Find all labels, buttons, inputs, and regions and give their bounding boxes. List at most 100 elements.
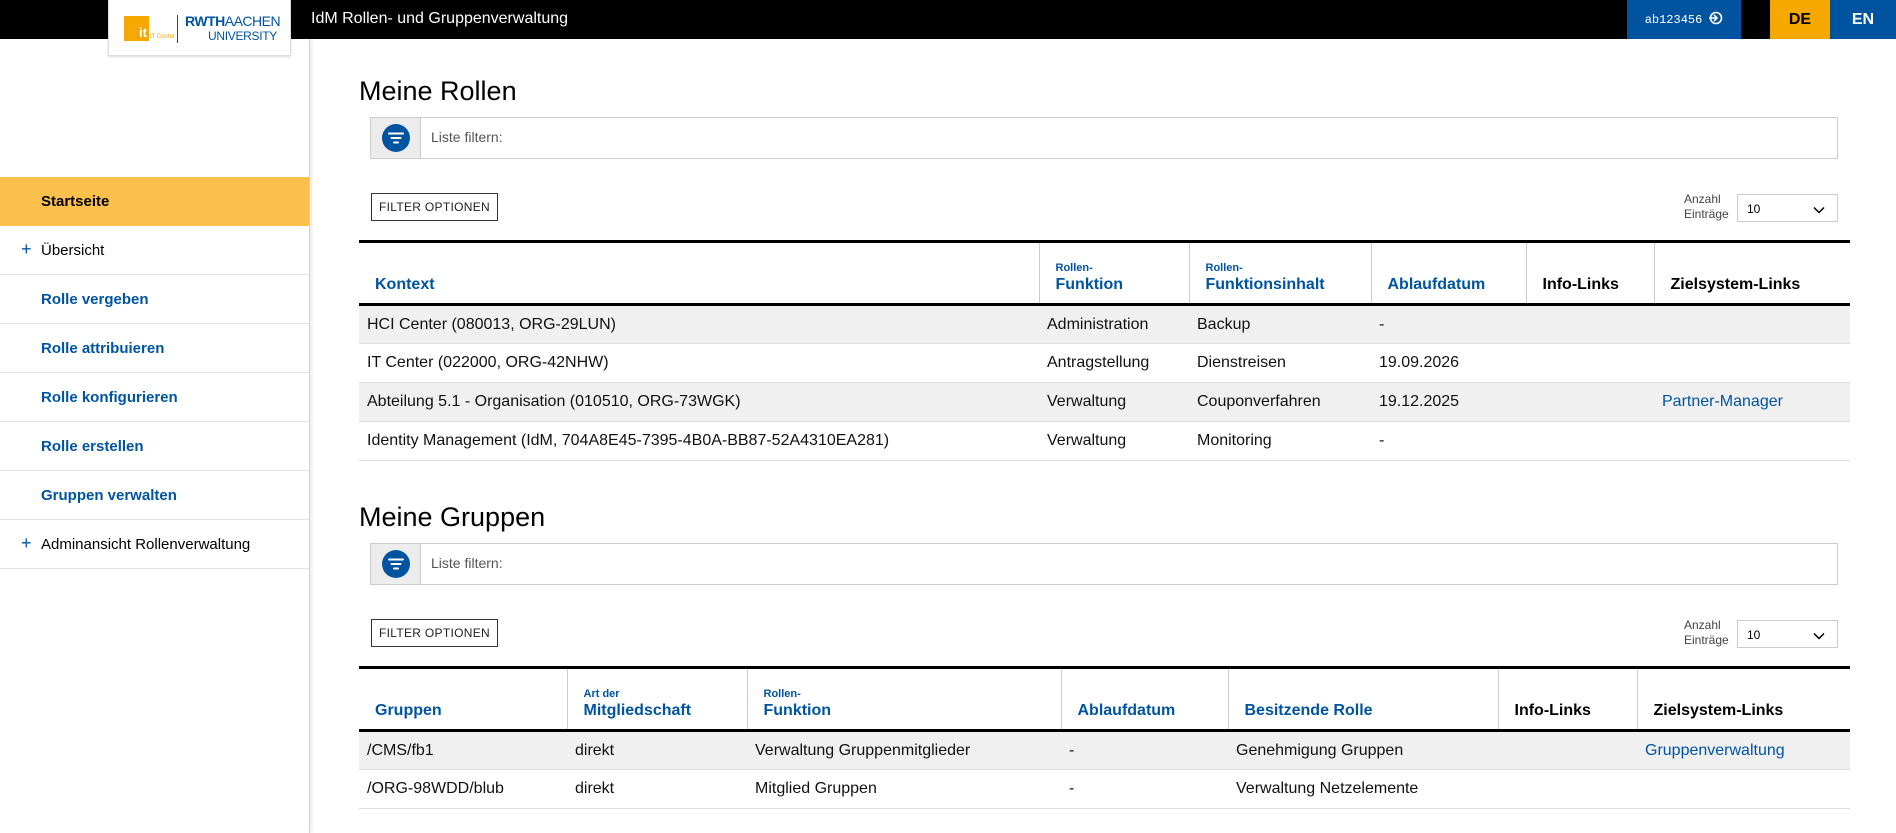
cell-info bbox=[1526, 305, 1654, 344]
expand-plus-icon: + bbox=[21, 533, 32, 553]
sidebar-item-rolle-konfigurieren[interactable]: Rolle konfigurieren bbox=[0, 373, 309, 422]
cell-ablauf: 19.12.2025 bbox=[1379, 393, 1460, 410]
cell-ziel: Gruppenverwaltung bbox=[1637, 731, 1850, 770]
cell-besitz: Genehmigung Gruppen bbox=[1236, 741, 1404, 759]
col-ablaufdatum[interactable]: Ablaufdatum bbox=[1371, 241, 1527, 305]
col-rollen-funktion[interactable]: Rollen- Funktion bbox=[747, 667, 1062, 731]
logo-divider bbox=[177, 15, 178, 43]
col-zielsystem-links: Zielsystem-Links bbox=[1670, 276, 1801, 293]
cell-funktion: Verwaltung Gruppenmitglieder bbox=[755, 741, 971, 759]
rwth-logo: RWTHAACHEN bbox=[185, 13, 281, 29]
it-center-logo: it bbox=[124, 16, 149, 41]
cell-kontext: Identity Management (IdM, 704A8E45-7395-… bbox=[367, 432, 890, 449]
sidebar-item-rolle-erstellen[interactable]: Rolle erstellen bbox=[0, 422, 309, 471]
roles-section-title: Meine Rollen bbox=[359, 76, 517, 106]
sidebar-item-label: Adminansicht Rollenverwaltung bbox=[41, 535, 251, 553]
col-mitgliedschaft[interactable]: Art der Mitgliedschaft bbox=[567, 667, 748, 731]
cell-inhalt: Couponverfahren bbox=[1197, 393, 1321, 410]
cell-inhalt: Dienstreisen bbox=[1197, 354, 1286, 371]
it-center-logo-text: IT Center bbox=[150, 34, 175, 40]
zielsystem-link[interactable]: Partner-Manager bbox=[1662, 393, 1783, 410]
cell-inhalt: Monitoring bbox=[1197, 432, 1272, 449]
table-row: HCI Center (080013, ORG-29LUN) Administr… bbox=[359, 304, 1850, 344]
user-logout-button[interactable]: ab123456 bbox=[1627, 0, 1741, 39]
sidebar-item-rolle-vergeben[interactable]: Rolle vergeben bbox=[0, 275, 309, 324]
cell-info bbox=[1498, 770, 1637, 809]
cell-kontext: Abteilung 5.1 - Organisation (010510, OR… bbox=[367, 393, 741, 410]
cell-info bbox=[1498, 731, 1637, 770]
cell-besitz: Verwaltung Netzelemente bbox=[1236, 780, 1419, 797]
logo[interactable]: it IT Center RWTHAACHEN UNIVERSITY bbox=[108, 0, 291, 56]
cell-info bbox=[1526, 422, 1654, 461]
cell-ziel bbox=[1654, 422, 1850, 461]
col-besitzende-rolle[interactable]: Besitzende Rolle bbox=[1228, 667, 1499, 731]
cell-ablauf: 19.09.2026 bbox=[1379, 354, 1460, 371]
filter-icon-container bbox=[371, 544, 421, 584]
user-id: ab123456 bbox=[1644, 12, 1703, 27]
groups-section-title: Meine Gruppen bbox=[359, 502, 546, 532]
table-row: /CMS/fb1 direkt Verwaltung Gruppenmitgli… bbox=[359, 730, 1850, 770]
col-funktionsinhalt[interactable]: Rollen- Funktionsinhalt bbox=[1189, 241, 1372, 305]
col-rollen-funktion[interactable]: Rollen- Funktion bbox=[1039, 241, 1190, 305]
groups-count-label: Anzahl Einträge bbox=[1684, 618, 1729, 647]
groups-filter-options-button[interactable]: FILTER OPTIONEN bbox=[371, 619, 498, 647]
cell-funktion: Antragstellung bbox=[1047, 354, 1150, 371]
cell-ablauf: - bbox=[1379, 432, 1385, 449]
table-row: Identity Management (IdM, 704A8E45-7395-… bbox=[359, 422, 1850, 461]
sidebar-item-rolle-attribuieren[interactable]: Rolle attribuieren bbox=[0, 324, 309, 373]
groups-count-select[interactable]: 10 bbox=[1737, 620, 1838, 648]
cell-funktion: Administration bbox=[1047, 315, 1149, 333]
roles-count-select[interactable]: 10 bbox=[1737, 194, 1838, 222]
roles-filter-box bbox=[370, 117, 1838, 159]
cell-funktion: Verwaltung bbox=[1047, 393, 1127, 410]
col-zielsystem-links: Zielsystem-Links bbox=[1653, 702, 1784, 719]
sidebar-item-startseite[interactable]: Startseite bbox=[0, 177, 309, 226]
cell-funktion: Mitglied Gruppen bbox=[755, 780, 877, 797]
rwth-logo-university: UNIVERSITY bbox=[208, 29, 278, 43]
chevron-down-icon bbox=[1813, 629, 1825, 643]
table-row: IT Center (022000, ORG-42NHW) Antragstel… bbox=[359, 344, 1850, 383]
cell-info bbox=[1526, 344, 1654, 383]
cell-funktion: Verwaltung bbox=[1047, 432, 1127, 449]
col-info-links: Info-Links bbox=[1526, 241, 1655, 305]
col-kontext[interactable]: Kontext bbox=[359, 241, 1040, 305]
sidebar-item-label: Rolle attribuieren bbox=[41, 339, 165, 357]
table-row: Abteilung 5.1 - Organisation (010510, OR… bbox=[359, 382, 1850, 422]
sidebar-item-label: Rolle konfigurieren bbox=[41, 388, 178, 406]
groups-table: Gruppen Art der Mitgliedschaft Rollen- Fun… bbox=[359, 666, 1850, 809]
roles-filter-options-button[interactable]: FILTER OPTIONEN bbox=[371, 193, 498, 221]
cell-kontext: IT Center (022000, ORG-42NHW) bbox=[367, 354, 609, 371]
sidebar-item-label: Rolle erstellen bbox=[41, 437, 144, 455]
groups-filter-input[interactable] bbox=[431, 555, 1821, 571]
filter-icon bbox=[381, 124, 410, 152]
cell-inhalt: Backup bbox=[1197, 315, 1251, 333]
cell-kontext: HCI Center (080013, ORG-29LUN) bbox=[367, 315, 616, 333]
roles-count-label: Anzahl Einträge bbox=[1684, 192, 1729, 221]
roles-filter-input[interactable] bbox=[431, 129, 1821, 145]
language-en-button[interactable]: EN bbox=[1830, 0, 1896, 39]
sidebar-item-label: Startseite bbox=[41, 193, 110, 210]
sidebar: Startseite + Übersicht Rolle vergeben Ro… bbox=[0, 39, 310, 833]
filter-icon-container bbox=[371, 118, 421, 158]
table-row: /ORG-98WDD/blub direkt Mitglied Gruppen … bbox=[359, 770, 1850, 809]
app-title: IdM Rollen- und Gruppenverwaltung bbox=[311, 10, 569, 27]
cell-art: direkt bbox=[575, 780, 615, 797]
sidebar-item-adminansicht[interactable]: + Adminansicht Rollenverwaltung bbox=[0, 520, 309, 569]
col-gruppen[interactable]: Gruppen bbox=[359, 667, 568, 731]
cell-art: direkt bbox=[575, 741, 615, 759]
cell-gruppe: /CMS/fb1 bbox=[367, 741, 434, 759]
cell-ziel: Partner-Manager bbox=[1654, 383, 1850, 422]
sidebar-item-uebersicht[interactable]: + Übersicht bbox=[0, 226, 309, 275]
sidebar-item-label: Rolle vergeben bbox=[41, 290, 149, 308]
sidebar-item-label: Gruppen verwalten bbox=[41, 486, 177, 504]
cell-gruppe: /ORG-98WDD/blub bbox=[367, 780, 504, 797]
groups-filter-box bbox=[370, 543, 1838, 585]
expand-plus-icon: + bbox=[21, 239, 32, 259]
zielsystem-link[interactable]: Gruppenverwaltung bbox=[1645, 742, 1785, 759]
col-ablaufdatum[interactable]: Ablaufdatum bbox=[1061, 667, 1229, 731]
chevron-down-icon bbox=[1813, 203, 1825, 217]
filter-icon bbox=[381, 550, 410, 578]
roles-table: Kontext Rollen- Funktion Rollen- Funktions… bbox=[359, 240, 1850, 461]
sidebar-item-gruppen-verwalten[interactable]: Gruppen verwalten bbox=[0, 471, 309, 520]
language-de-button[interactable]: DE bbox=[1770, 0, 1830, 39]
